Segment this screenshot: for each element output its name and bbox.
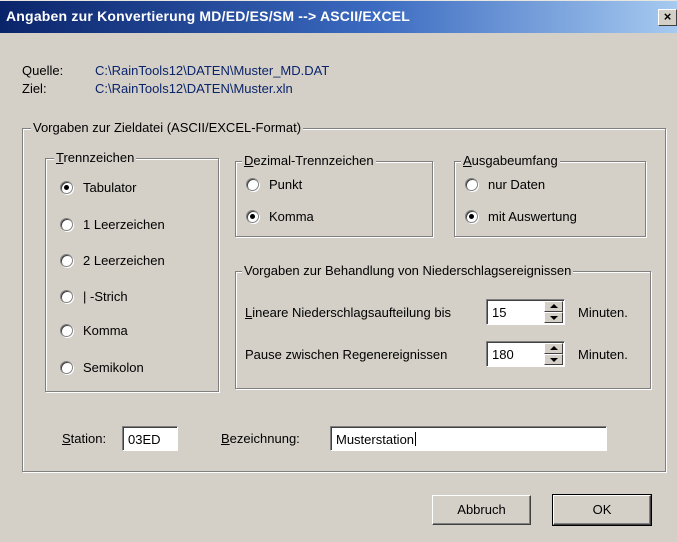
station-label: Station: [62,431,107,446]
output-scope-legend: Ausgabeumfang [461,153,560,168]
title-bar[interactable]: Angaben zur Konvertierung MD/ED/ES/SM --… [0,1,677,33]
linear-distribution-spinner[interactable]: 15 [486,299,565,325]
radio-indicator[interactable] [60,324,73,337]
linear-distribution-unit: Minuten. [578,305,628,320]
radio-label: Punkt [269,177,303,192]
radio-indicator[interactable] [60,181,73,194]
separator-legend: Trennzeichen [54,150,137,165]
station-input[interactable]: 03ED [122,426,178,451]
target-label: Ziel: [22,81,47,96]
radio-indicator[interactable] [246,210,259,223]
name-input[interactable]: Musterstation [330,426,607,451]
spin-buttons [544,301,563,323]
target-file-settings-legend: Vorgaben zur Zieldatei (ASCII/EXCEL-Form… [31,120,304,135]
radio-label: 1 Leerzeichen [83,217,165,232]
radio-label: Semikolon [83,360,144,375]
arrow-down-icon [550,358,558,362]
radio-label: mit Auswertung [488,209,577,224]
radio-strich[interactable]: | -Strich [60,289,128,304]
linear-distribution-label: Lineare Niederschlagsaufteilung bis [245,305,451,320]
linear-distribution-value: 15 [492,305,507,320]
window-title: Angaben zur Konvertierung MD/ED/ES/SM --… [6,8,411,24]
radio-tabulator[interactable]: Tabulator [60,180,136,195]
ok-button[interactable]: OK [552,494,652,526]
radio-indicator[interactable] [465,210,478,223]
output-scope-group: Ausgabeumfang [454,153,646,237]
arrow-up-icon [550,346,558,350]
station-value: 03ED [128,432,161,447]
conversion-dialog: Angaben zur Konvertierung MD/ED/ES/SM --… [0,0,677,542]
pause-value: 180 [492,347,514,362]
radio-indicator[interactable] [465,178,478,191]
text-cursor [415,432,417,446]
pause-unit: Minuten. [578,347,628,362]
close-icon: × [663,9,672,24]
close-button[interactable]: × [658,9,677,26]
radio-indicator[interactable] [60,361,73,374]
radio-label: 2 Leerzeichen [83,253,165,268]
precipitation-events-legend: Vorgaben zur Behandlung von Niederschlag… [242,263,574,278]
source-label: Quelle: [22,63,64,78]
spin-buttons [544,343,563,365]
radio-komma-decimal[interactable]: Komma [246,209,314,224]
radio-indicator[interactable] [60,254,73,267]
radio-label: nur Daten [488,177,546,192]
radio-2-leerzeichen[interactable]: 2 Leerzeichen [60,253,165,268]
radio-semikolon[interactable]: Semikolon [60,360,144,375]
radio-mit-auswertung[interactable]: mit Auswertung [465,209,577,224]
precipitation-events-group: Vorgaben zur Behandlung von Niederschlag… [235,263,651,389]
radio-1-leerzeichen[interactable]: 1 Leerzeichen [60,217,165,232]
decimal-separator-legend: Dezimal-Trennzeichen [242,153,376,168]
name-value: Musterstation [336,432,415,447]
radio-indicator[interactable] [60,290,73,303]
radio-label: Tabulator [83,180,137,195]
target-path: C:\RainTools12\DATEN\Muster.xln [95,81,293,96]
cancel-button[interactable]: Abbruch [432,495,531,525]
spin-down-button[interactable] [544,312,563,323]
radio-indicator[interactable] [60,218,73,231]
name-label: Bezeichnung: [221,431,300,446]
spin-up-button[interactable] [544,301,563,312]
radio-label: Komma [83,323,128,338]
spin-down-button[interactable] [544,354,563,365]
radio-label: Komma [269,209,314,224]
spin-up-button[interactable] [544,343,563,354]
radio-punkt[interactable]: Punkt [246,177,302,192]
source-path: C:\RainTools12\DATEN\Muster_MD.DAT [95,63,330,78]
pause-label: Pause zwischen Regenereignissen [245,347,448,362]
arrow-down-icon [550,316,558,320]
radio-label: | -Strich [83,289,128,304]
decimal-separator-group: Dezimal-Trennzeichen [235,153,433,237]
pause-spinner[interactable]: 180 [486,341,565,367]
radio-komma-separator[interactable]: Komma [60,323,128,338]
radio-nur-daten[interactable]: nur Daten [465,177,545,192]
radio-indicator[interactable] [246,178,259,191]
arrow-up-icon [550,304,558,308]
